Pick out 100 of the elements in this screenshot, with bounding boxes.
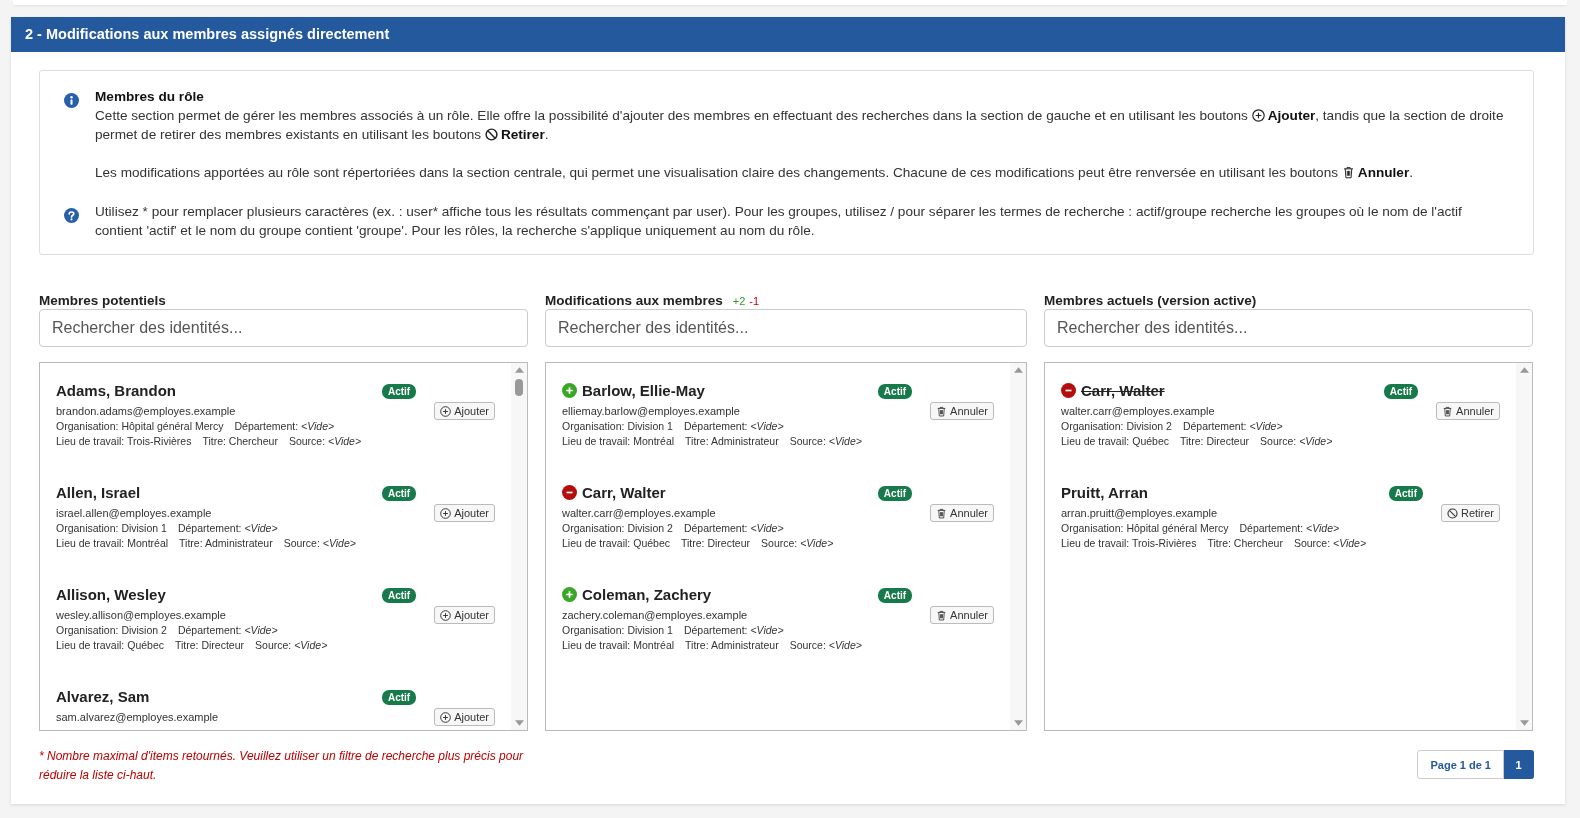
minus-circle-icon (1061, 382, 1076, 398)
search-field[interactable]: Rechercher des identités... (1044, 309, 1533, 347)
member-name: Carr, Walter (1081, 381, 1165, 399)
plus-circle-icon (562, 382, 577, 398)
member-attribute: Organisation: Division 2 (1061, 419, 1172, 434)
member-attribute: Organisation: Division 1 (562, 419, 673, 434)
info-paragraph: Cette section permet de gérer les membres associés à un rôle. Elle offre la possibilité d'ajouter des membres en effectuant des recherches dans la section de gauche et en utilisant les boutons Ajouter, tandis que la section de droite permet de retirer des membres existants en utilisant les boutons Retirer. (95, 107, 1505, 144)
trash-icon (1341, 166, 1355, 179)
trash-icon (1442, 405, 1454, 417)
status-badge: Actif (877, 486, 913, 501)
member-attribute: Lieu de travail: Trois-Rivières (1061, 536, 1197, 551)
member-attribute: Titre: Administrateur (685, 638, 779, 653)
column-title: Membres actuels (version active) (1044, 293, 1257, 308)
member-attribute: Source: <Vide> (255, 638, 328, 653)
status-badge: Actif (381, 486, 417, 501)
member-attribute: Département: <Vide> (1239, 521, 1340, 536)
cancel-button[interactable]: Annuler (930, 402, 994, 420)
member-attribute: Lieu de travail: Trois-Rivières (56, 434, 192, 449)
plus-circle-icon (562, 586, 577, 602)
scroll-down-icon[interactable] (1519, 720, 1529, 726)
plus-circle-icon (440, 507, 452, 519)
member-attribute: Titre: Chercheur (1207, 536, 1283, 551)
status-badge: Actif (381, 384, 417, 399)
add-button[interactable]: Ajouter (434, 402, 495, 420)
member-attribute: Source: <Vide> (1260, 434, 1333, 449)
minus-circle-icon (562, 484, 577, 500)
status-badge: Actif (381, 588, 417, 603)
cancel-button[interactable]: Annuler (930, 606, 994, 624)
section-header: 2 - Modifications aux membres assignés directement (11, 17, 1565, 52)
column-title: Modifications aux membres (545, 293, 723, 308)
plus-circle-icon (440, 405, 452, 417)
status-badge: Actif (877, 588, 913, 603)
trash-icon (936, 609, 948, 621)
page-button[interactable]: 1 (1504, 750, 1534, 779)
member-email: brandon.adams@employes.example (56, 404, 237, 419)
member-name: Pruitt, Arran (1061, 483, 1148, 501)
member-attribute: Département: <Vide> (177, 521, 278, 536)
member-email: israel.allen@employes.example (56, 506, 213, 521)
member-attribute: Organisation: Division 2 (562, 521, 673, 536)
member-attribute: Source: <Vide> (789, 638, 862, 653)
member-name: Allison, Wesley (56, 585, 166, 603)
member-attribute: Organisation: Division 1 (56, 521, 167, 536)
member-attribute: Département: <Vide> (683, 623, 784, 638)
add-button[interactable]: Ajouter (434, 708, 495, 726)
plus-circle-icon (440, 711, 452, 723)
trash-icon (936, 507, 948, 519)
member-name: Alvarez, Sam (56, 687, 150, 705)
member-email: sam.alvarez@employes.example (56, 710, 220, 725)
cancel-button[interactable]: Annuler (1436, 402, 1500, 420)
member-email: zachery.coleman@employes.example (562, 608, 749, 623)
search-field[interactable]: Rechercher des identités... (39, 309, 528, 347)
status-badge: Actif (1383, 384, 1419, 399)
member-attribute: Lieu de travail: Montréal (56, 536, 169, 551)
plus-circle-icon (1251, 109, 1265, 122)
search-field[interactable]: Rechercher des identités... (545, 309, 1027, 347)
scrollbar-thumb[interactable] (515, 379, 523, 396)
cancel-button[interactable]: Annuler (930, 504, 994, 522)
scroll-down-icon[interactable] (514, 720, 524, 726)
member-name: Carr, Walter (582, 483, 666, 501)
help-icon (64, 208, 79, 223)
ban-icon (1447, 507, 1458, 519)
member-attribute: Titre: Directeur (1180, 434, 1250, 449)
member-attribute: Département: <Vide> (683, 521, 784, 536)
member-attribute: Département: <Vide> (234, 419, 335, 434)
member-attribute: Source: <Vide> (288, 434, 362, 449)
member-attribute: Titre: Administrateur (685, 434, 779, 449)
add-button[interactable]: Ajouter (434, 504, 495, 522)
member-attribute: Source: <Vide> (1293, 536, 1367, 551)
scroll-up-icon[interactable] (514, 367, 524, 373)
change-count: +2 (732, 295, 746, 307)
member-attribute: Lieu de travail: Québec (562, 536, 670, 551)
member-name: Adams, Brandon (56, 381, 176, 399)
scroll-up-icon[interactable] (1013, 367, 1023, 373)
scroll-up-icon[interactable] (1519, 367, 1529, 373)
member-attribute: Organisation: Hôpital général Mercy (56, 419, 224, 434)
member-attribute: Source: <Vide> (789, 434, 862, 449)
page-summary[interactable]: Page 1 de 1 (1417, 750, 1504, 779)
scroll-down-icon[interactable] (1013, 720, 1023, 726)
member-attribute: Lieu de travail: Montréal (562, 434, 675, 449)
member-attribute: Organisation: Division 2 (56, 623, 167, 638)
status-badge: Actif (877, 384, 913, 399)
member-email: arran.pruitt@employes.example (1061, 506, 1219, 521)
column-title: Membres potentiels (39, 293, 166, 308)
member-attribute: Source: <Vide> (283, 536, 356, 551)
add-button[interactable]: Ajouter (434, 606, 495, 624)
trash-icon (936, 405, 948, 417)
remove-button[interactable]: Retirer (1441, 504, 1500, 522)
member-attribute: Titre: Directeur (681, 536, 751, 551)
member-attribute: Lieu de travail: Québec (1061, 434, 1169, 449)
member-email: wesley.allison@employes.example (56, 608, 227, 623)
member-attribute: Lieu de travail: Québec (56, 638, 164, 653)
info-paragraph: Les modifications apportées au rôle sont répertoriées dans la section centrale, qui permet une visualisation claire des changements. Chacune de ces modifications peut être renversée en utilisant les boutons Annuler. (95, 164, 1414, 182)
status-badge: Actif (1388, 486, 1423, 501)
member-email: elliemay.barlow@employes.example (562, 404, 741, 419)
change-count: -1 (749, 295, 760, 307)
member-attribute: Source: <Vide> (761, 536, 834, 551)
info-title: Membres du rôle (95, 88, 205, 106)
member-email: walter.carr@employes.example (562, 506, 717, 521)
member-name: Coleman, Zachery (582, 585, 712, 603)
member-email: walter.carr@employes.example (1061, 404, 1216, 419)
